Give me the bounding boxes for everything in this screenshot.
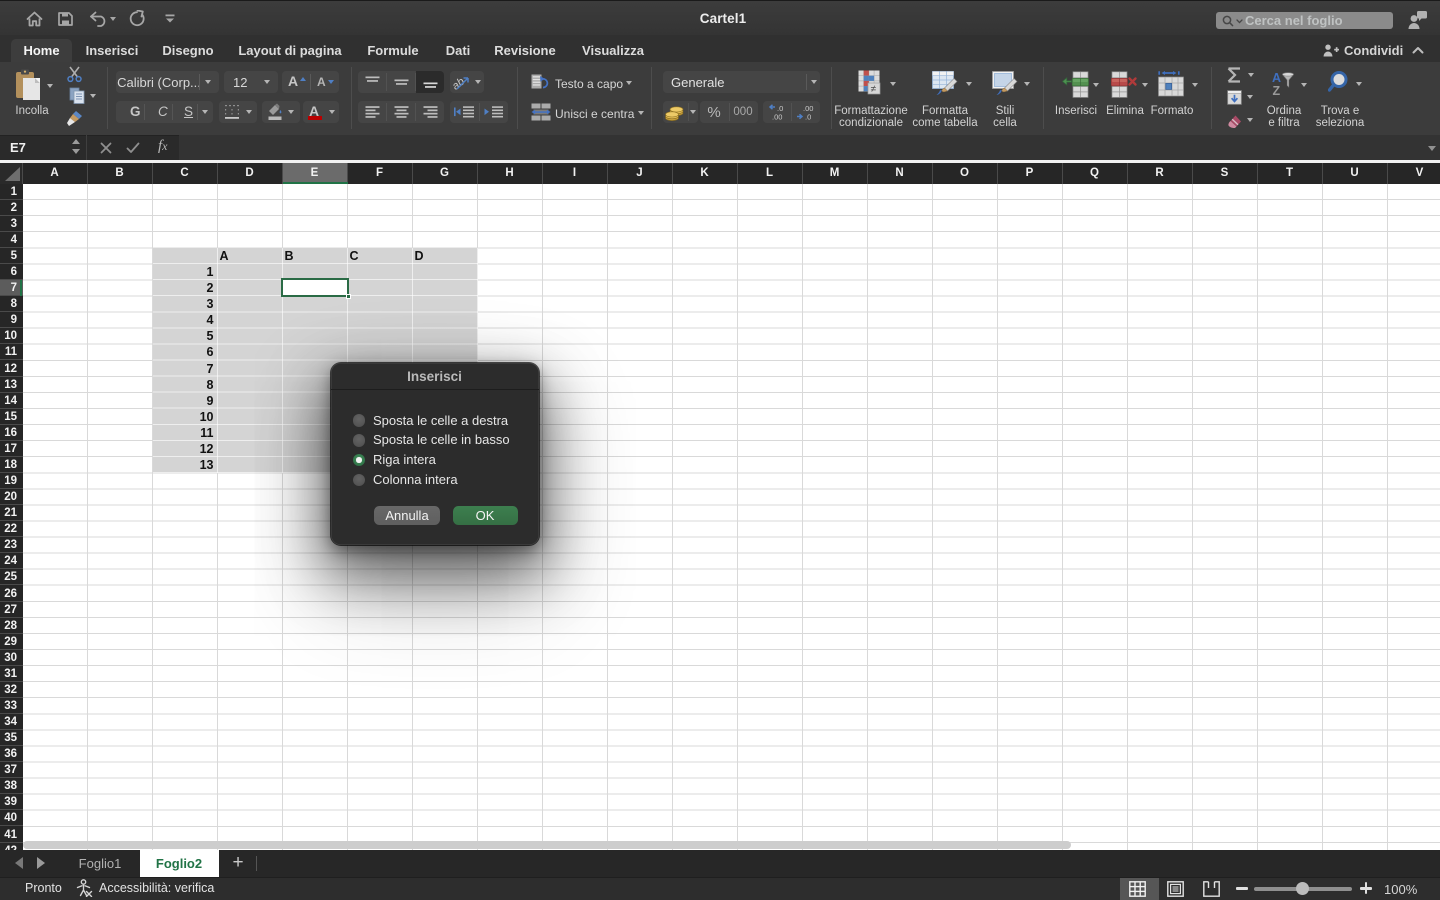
- svg-text:Z: Z: [1273, 84, 1281, 98]
- svg-text:.00: .00: [772, 113, 782, 122]
- svg-text:A: A: [1272, 71, 1281, 85]
- svg-text:.0: .0: [805, 113, 811, 122]
- svg-text:≠: ≠: [871, 84, 877, 95]
